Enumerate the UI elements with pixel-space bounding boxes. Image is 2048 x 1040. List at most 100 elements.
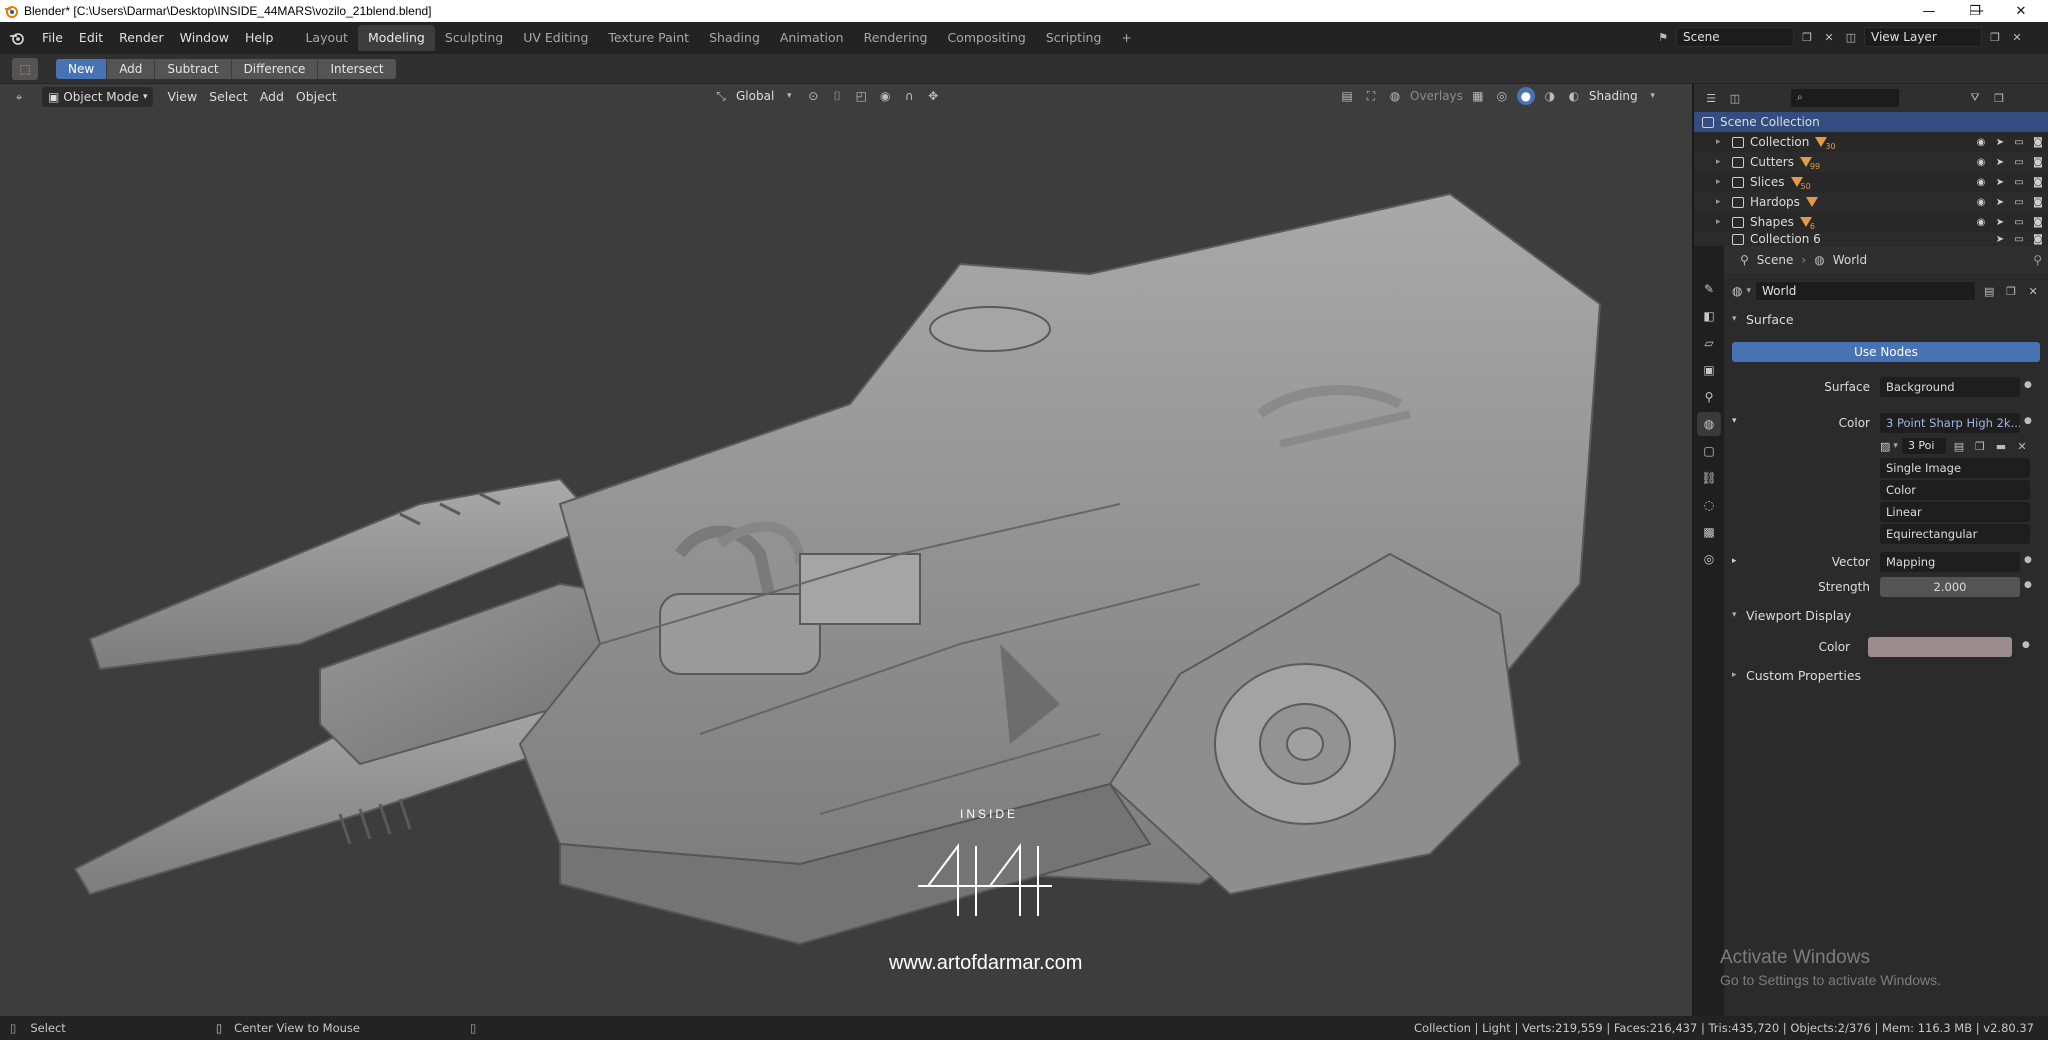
editor-type-icon[interactable]: ☰ xyxy=(1702,89,1720,107)
view-layer-selector[interactable]: View Layer xyxy=(1864,27,1982,47)
overlays-label[interactable]: Overlays xyxy=(1410,89,1463,103)
image-fake-user-icon[interactable]: ▤ xyxy=(1950,437,1968,455)
outliner-row[interactable]: ▸ Cutters 99 ◉ ➤ ▭ ◙ xyxy=(1694,152,2048,172)
boolean-subtract-button[interactable]: Subtract xyxy=(155,58,232,79)
mode-selector[interactable]: ▣ Object Mode ▾ xyxy=(42,87,154,107)
falloff-icon[interactable]: ∩ xyxy=(900,87,918,105)
duplicate-icon[interactable]: ❐ xyxy=(2002,282,2020,300)
custom-properties-panel-header[interactable]: ▸ Custom Properties xyxy=(1724,662,2048,688)
orientation-label[interactable]: Global xyxy=(736,89,774,103)
display-mode-icon[interactable]: ◫ xyxy=(1726,89,1744,107)
tab-shading[interactable]: Shading xyxy=(699,25,770,51)
outliner-row[interactable]: ▸ Shapes 6 ◉ ➤ ▭ ◙ xyxy=(1694,212,2048,232)
image-open-icon[interactable]: ▬ xyxy=(1992,437,2010,455)
render-tab-icon[interactable]: ◧ xyxy=(1697,304,1721,328)
scene-icon[interactable]: ⚑ xyxy=(1654,28,1672,46)
color-texture-selector[interactable]: 3 Point Sharp High 2k... xyxy=(1880,413,2020,433)
outliner-search-input[interactable]: ⌕ xyxy=(1790,88,1900,108)
row-visibility-toggles[interactable]: ◉ ➤ ▭ ◙ xyxy=(1975,136,2044,148)
projection-select[interactable]: Equirectangular xyxy=(1880,524,2030,544)
minimize-button[interactable]: — xyxy=(1906,0,1952,22)
expand-arrow-icon[interactable]: ▸ xyxy=(1716,177,1726,187)
boolean-new-button[interactable]: New xyxy=(56,58,108,79)
image-icon[interactable]: ▨ xyxy=(1880,440,1890,453)
pivot-point-icon[interactable]: ⊙ xyxy=(804,87,822,105)
image-name-field[interactable]: 3 Poi xyxy=(1900,437,1947,455)
boolean-add-button[interactable]: Add xyxy=(107,58,156,79)
menu-file[interactable]: File xyxy=(34,26,71,50)
image-source-select[interactable]: Single Image xyxy=(1880,458,2030,478)
use-nodes-button[interactable]: Use Nodes xyxy=(1732,342,2040,362)
tab-layout[interactable]: Layout xyxy=(295,25,358,51)
proportional-edit-icon[interactable]: ◉ xyxy=(876,87,894,105)
viewport-display-panel-header[interactable]: ▾ Viewport Display xyxy=(1724,602,2048,628)
row-visibility-toggles[interactable]: ◉ ➤ ▭ ◙ xyxy=(1975,156,2044,168)
menu-render[interactable]: Render xyxy=(111,26,172,50)
boolean-difference-button[interactable]: Difference xyxy=(231,58,319,79)
tool-tab-icon[interactable]: ✎ xyxy=(1697,277,1721,301)
row-visibility-toggles[interactable]: ◉ ➤ ▭ ◙ xyxy=(1975,176,2044,188)
view-layer-icon[interactable]: ◫ xyxy=(1842,28,1860,46)
physics-tab-icon[interactable]: ◌ xyxy=(1697,493,1721,517)
show-gizmo-icon[interactable]: ⛶ xyxy=(1362,87,1380,105)
texture-tab-icon[interactable]: ▩ xyxy=(1697,520,1721,544)
outliner-row[interactable]: ▸ Slices 50 ◉ ➤ ▭ ◙ xyxy=(1694,172,2048,192)
outliner-row[interactable]: ▸ Collection 6 ➤▭◙ xyxy=(1694,232,2048,246)
color-space-select[interactable]: Color xyxy=(1880,480,2030,500)
outliner-row[interactable]: ▸ Hardops ◉ ➤ ▭ ◙ xyxy=(1694,192,2048,212)
viewport-menu-select[interactable]: Select xyxy=(203,87,254,107)
scene-tab-icon[interactable]: ⚲ xyxy=(1697,385,1721,409)
outliner-scene-collection[interactable]: Scene Collection xyxy=(1694,112,2048,132)
solid-shading-icon[interactable]: ● xyxy=(1516,87,1535,105)
close-window-button[interactable]: ✕ xyxy=(1998,0,2044,22)
menu-edit[interactable]: Edit xyxy=(71,26,111,50)
image-duplicate-icon[interactable]: ❐ xyxy=(1971,437,1989,455)
pin-icon[interactable]: ⚲ xyxy=(2033,253,2042,267)
add-workspace-button[interactable]: + xyxy=(1111,25,1141,51)
object-tab-icon[interactable]: ▢ xyxy=(1697,439,1721,463)
world-icon[interactable]: ◍ xyxy=(1732,284,1742,298)
breadcrumb-scene[interactable]: Scene xyxy=(1757,253,1794,267)
tab-compositing[interactable]: Compositing xyxy=(937,25,1035,51)
strength-slider[interactable]: 2.000 xyxy=(1880,577,2020,597)
blender-menu-icon[interactable] xyxy=(0,30,34,46)
outliner-row[interactable]: ▸ Collection 30 ◉ ➤ ▭ ◙ xyxy=(1694,132,2048,152)
editor-type-icon[interactable]: ⌖ xyxy=(10,88,28,106)
row-visibility-toggles[interactable]: ◉ ➤ ▭ ◙ xyxy=(1975,196,2044,208)
menu-window[interactable]: Window xyxy=(172,26,237,50)
surface-panel-header[interactable]: ▾ Surface xyxy=(1724,306,2048,332)
world-name-field[interactable]: World xyxy=(1755,281,1977,301)
world-tab-icon[interactable]: ◍ xyxy=(1697,412,1721,436)
tab-uv-editing[interactable]: UV Editing xyxy=(513,25,598,51)
new-view-layer-icon[interactable]: ❐ xyxy=(1986,28,2004,46)
output-tab-icon[interactable]: ▱ xyxy=(1697,331,1721,355)
unlink-icon[interactable]: ✕ xyxy=(2024,282,2042,300)
expand-arrow-icon[interactable]: ▸ xyxy=(1716,157,1726,167)
breadcrumb-world[interactable]: World xyxy=(1833,253,1867,267)
select-box-tool-icon[interactable]: ⬚ xyxy=(12,57,38,80)
row-visibility-toggles[interactable]: ➤ ▭ ◙ xyxy=(1994,233,2044,245)
overlays-icon[interactable]: ◍ xyxy=(1386,87,1404,105)
delete-scene-icon[interactable]: ✕ xyxy=(1820,28,1838,46)
shading-label[interactable]: Shading xyxy=(1589,89,1638,103)
constraints-tab-icon[interactable]: ⛓ xyxy=(1697,466,1721,490)
viewport-menu-object[interactable]: Object xyxy=(290,87,343,107)
scene-selector[interactable]: Scene xyxy=(1676,27,1794,47)
boolean-intersect-button[interactable]: Intersect xyxy=(318,58,396,79)
tab-modeling[interactable]: Modeling xyxy=(357,25,435,51)
new-scene-icon[interactable]: ❐ xyxy=(1798,28,1816,46)
expand-arrow-icon[interactable]: ▸ xyxy=(1716,217,1726,227)
interpolation-select[interactable]: Linear xyxy=(1880,502,2030,522)
tab-sculpting[interactable]: Sculpting xyxy=(435,25,513,51)
image-unlink-icon[interactable]: ✕ xyxy=(2013,437,2031,455)
filter-icon[interactable]: ⛛ xyxy=(1966,89,1984,107)
wireframe-shading-icon[interactable]: ◎ xyxy=(1493,87,1511,105)
tab-animation[interactable]: Animation xyxy=(770,25,854,51)
xray-icon[interactable]: ▦ xyxy=(1469,87,1487,105)
delete-view-layer-icon[interactable]: ✕ xyxy=(2008,28,2026,46)
vector-mapping-selector[interactable]: Mapping xyxy=(1880,552,2020,572)
expand-arrow-icon[interactable]: ▸ xyxy=(1716,197,1726,207)
tab-texture-paint[interactable]: Texture Paint xyxy=(598,25,699,51)
viewport-menu-add[interactable]: Add xyxy=(254,87,290,107)
gizmo-icon[interactable]: ✥ xyxy=(924,87,942,105)
